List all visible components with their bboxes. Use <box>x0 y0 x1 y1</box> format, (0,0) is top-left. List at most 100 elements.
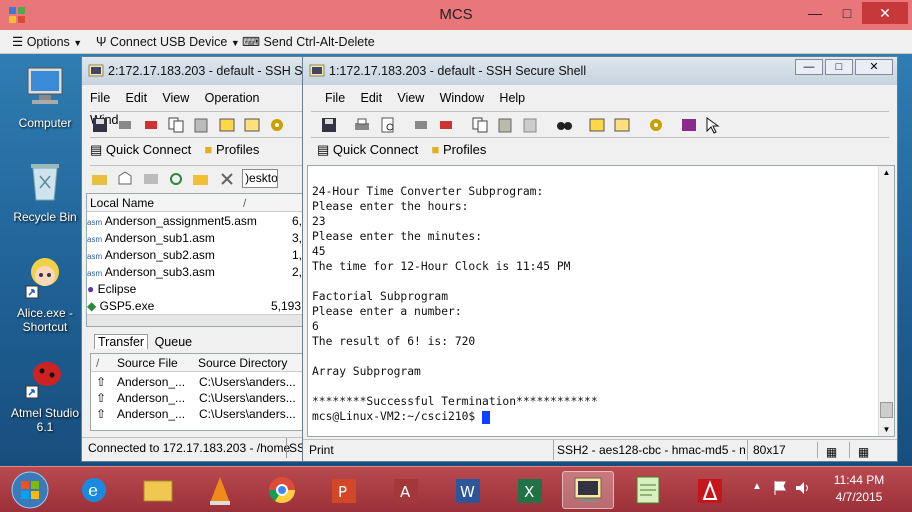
terminal-scrollbar[interactable]: ▲ ▼ <box>878 166 894 436</box>
whats-this-icon[interactable] <box>704 116 724 134</box>
find-icon[interactable] <box>554 116 574 134</box>
menu-edit[interactable]: Edit <box>361 87 383 109</box>
refresh-icon[interactable] <box>166 170 186 188</box>
print-preview-icon[interactable] <box>378 116 398 134</box>
disconnect-icon[interactable] <box>411 116 431 134</box>
desktop-icon-computer[interactable]: Computer <box>6 64 84 130</box>
taskbar-notepad[interactable] <box>622 471 674 509</box>
shell-close-button[interactable]: ✕ <box>855 59 893 75</box>
shell-maximize-button[interactable]: □ <box>825 59 853 75</box>
start-button-icon[interactable] <box>10 471 50 509</box>
column-source-file[interactable]: Source File <box>117 356 178 370</box>
gear-icon[interactable] <box>267 116 287 134</box>
copy-icon[interactable] <box>166 116 186 134</box>
taskbar-chrome[interactable] <box>256 471 308 509</box>
paste-icon[interactable] <box>191 116 211 134</box>
horizontal-scrollbar[interactable] <box>87 314 305 326</box>
profiles-button[interactable]: ■ Profiles <box>432 142 487 157</box>
menu-file[interactable]: File <box>325 87 345 109</box>
menu-view[interactable]: View <box>162 87 189 109</box>
file-row[interactable]: asm Anderson_sub2.asm 1, <box>87 248 305 264</box>
column-local-name[interactable]: Local Name <box>90 196 154 210</box>
column-sort[interactable]: / <box>96 356 99 370</box>
help-book-icon[interactable] <box>679 116 699 134</box>
connect-icon[interactable] <box>141 116 161 134</box>
settings-icon[interactable] <box>217 116 237 134</box>
column-source-directory[interactable]: Source Directory <box>198 356 287 370</box>
file-row[interactable]: ● Eclipse <box>87 282 305 298</box>
print-icon[interactable] <box>352 116 372 134</box>
file-row[interactable]: asm Anderson_sub1.asm 3, <box>87 231 305 247</box>
save-icon[interactable] <box>90 116 110 134</box>
action-center-flag-icon[interactable] <box>772 479 788 497</box>
new-folder-icon[interactable] <box>191 170 211 188</box>
menu-edit[interactable]: Edit <box>126 87 148 109</box>
taskbar-explorer[interactable] <box>132 471 184 509</box>
taskbar-excel[interactable]: X <box>504 471 556 509</box>
profiles-icon[interactable] <box>612 116 632 134</box>
scroll-down-arrow[interactable]: ▼ <box>879 425 894 434</box>
menu-operation[interactable]: Operation <box>205 87 260 109</box>
clear-icon[interactable] <box>520 116 540 134</box>
desktop-icon-atmel[interactable]: Atmel Studio 6.1 <box>6 354 84 434</box>
menu-file[interactable]: File <box>90 87 110 109</box>
send-cad-button[interactable]: ⌨ Send Ctrl-Alt-Delete <box>242 33 375 51</box>
sftp-status-bar: Connected to 172.17.183.203 - /home SS <box>82 437 310 458</box>
status-cipher: SSH2 - aes128-cbc - hmac-md5 - nc <box>553 440 745 460</box>
file-row[interactable]: asm Anderson_sub3.asm 2, <box>87 265 305 281</box>
taskbar-ie[interactable]: e <box>68 471 120 509</box>
menu-window[interactable]: Window <box>440 87 484 109</box>
maximize-button[interactable]: □ <box>832 2 862 24</box>
connect-icon[interactable] <box>436 116 456 134</box>
transfer-row[interactable]: ⇧ Anderson_... C:\Users\anders... <box>91 375 305 391</box>
svg-text:W: W <box>460 483 475 501</box>
quick-connect-button[interactable]: ▤ Quick Connect <box>317 142 418 158</box>
shell-title-bar[interactable]: 1:172.17.183.203 - default - SSH Secure … <box>303 57 897 85</box>
close-button[interactable]: ✕ <box>862 2 908 24</box>
taskbar-powerpoint[interactable]: P <box>318 471 370 509</box>
file-row[interactable]: asm Anderson_assignment5.asm 6, <box>87 214 305 230</box>
terminal-area[interactable]: 24-Hour Time Converter Subprogram: Pleas… <box>307 165 895 437</box>
disconnect-icon[interactable] <box>115 116 135 134</box>
up-folder-icon[interactable] <box>115 170 135 188</box>
copy-icon[interactable] <box>470 116 490 134</box>
desktop-icon-alice[interactable]: Alice.exe - Shortcut <box>6 254 84 334</box>
quick-connect-button[interactable]: ▤ Quick Connect <box>90 142 191 158</box>
menu-view[interactable]: View <box>397 87 424 109</box>
delete-icon[interactable] <box>217 170 237 188</box>
scrollbar-thumb[interactable] <box>880 402 893 418</box>
profiles-button[interactable]: ■ Profiles <box>205 142 260 157</box>
options-menu[interactable]: ☰ Options ▼ <box>12 33 82 51</box>
transfer-row[interactable]: ⇧ Anderson_... C:\Users\anders... <box>91 391 305 407</box>
connect-usb-button[interactable]: Ψ Connect USB Device ▼ <box>96 33 240 51</box>
show-hidden-icons-chevron[interactable]: ▲ <box>752 481 762 492</box>
volume-icon[interactable] <box>794 479 810 497</box>
settings-icon[interactable] <box>587 116 607 134</box>
minimize-button[interactable]: — <box>800 2 830 24</box>
path-input[interactable]: )eskto <box>242 169 279 188</box>
folder-icon: ■ <box>431 142 440 157</box>
exe-icon: ◆ <box>87 299 97 313</box>
taskbar-access[interactable]: A <box>380 471 432 509</box>
gear-icon[interactable] <box>646 116 666 134</box>
menu-help[interactable]: Help <box>499 87 525 109</box>
tab-queue[interactable]: Queue <box>152 335 196 349</box>
system-clock[interactable]: 11:44 PM 4/7/2015 <box>814 472 904 506</box>
transfer-row[interactable]: ⇧ Anderson_... C:\Users\anders... <box>91 407 305 423</box>
paste-icon[interactable] <box>495 116 515 134</box>
home-icon[interactable] <box>141 170 161 188</box>
file-row[interactable]: ◆ GSP5.exe 5,193 <box>87 299 305 315</box>
save-icon[interactable] <box>319 116 339 134</box>
scroll-up-arrow[interactable]: ▲ <box>879 168 894 177</box>
desktop-icon-recycle-bin[interactable]: Recycle Bin <box>6 158 84 224</box>
sftp-title-bar[interactable]: 2:172.17.183.203 - default - SSH Secure <box>82 57 334 85</box>
tab-transfer[interactable]: Transfer <box>94 334 149 349</box>
ssh-app-icon <box>309 64 325 77</box>
folder-tree-icon[interactable] <box>90 170 110 188</box>
taskbar-acrobat[interactable] <box>684 471 736 509</box>
taskbar-vlc[interactable] <box>194 471 246 509</box>
shell-minimize-button[interactable]: — <box>795 59 823 75</box>
taskbar-ssh-client[interactable] <box>562 471 614 509</box>
profiles-icon[interactable] <box>242 116 262 134</box>
taskbar-word[interactable]: W <box>442 471 494 509</box>
